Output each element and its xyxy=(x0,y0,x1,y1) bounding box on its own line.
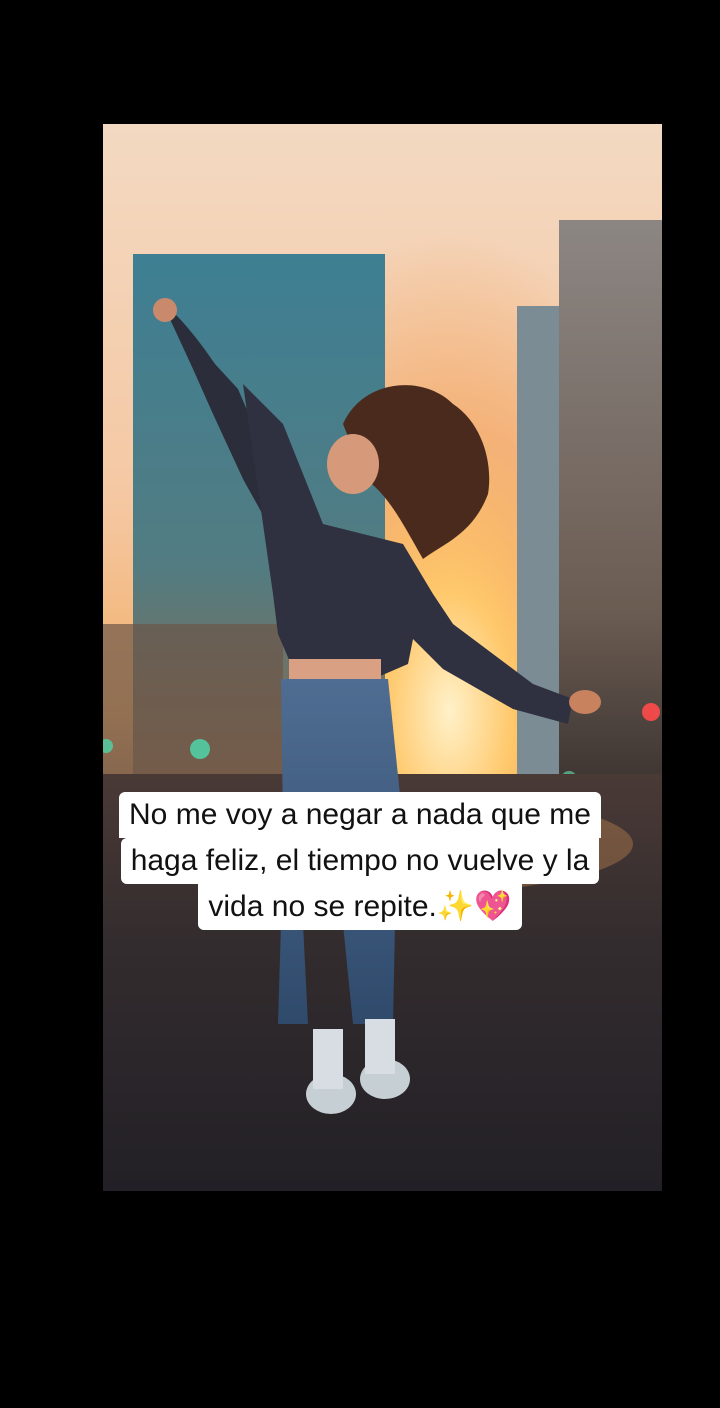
background-photo xyxy=(103,124,662,1191)
city-sunset-dancer-illustration xyxy=(103,124,662,1191)
caption-line-1: No me voy a negar a nada que me xyxy=(119,792,601,838)
caption-line-3-text: vida no se repite. xyxy=(208,890,437,923)
sparkles-icon: ✨ xyxy=(436,889,475,924)
caption-line-2: haga feliz, el tiempo no vuelve y la xyxy=(120,838,600,884)
caption-overlay: No me voy a negar a nada que me haga fel… xyxy=(0,792,720,930)
video-screen[interactable]: No me voy a negar a nada que me haga fel… xyxy=(0,0,720,1408)
caption-line-3: vida no se repite.✨💖 xyxy=(198,884,522,930)
sparkling-heart-icon: 💖 xyxy=(474,889,512,924)
